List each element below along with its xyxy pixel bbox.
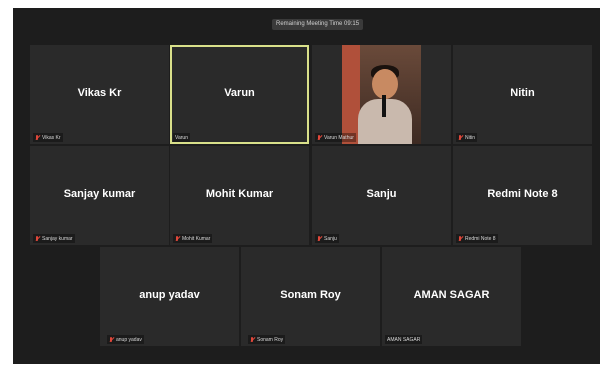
participant-label: Sanjay kumar [33, 234, 75, 243]
meeting-window: Remaining Meeting Time 09:15 Vikas Kr Vi… [13, 8, 600, 364]
participant-name: Sanju [366, 188, 397, 200]
participant-label: Varun Mathur [315, 133, 356, 142]
participant-label: Vikas Kr [33, 133, 63, 142]
mic-muted-icon [458, 134, 463, 141]
participant-label: Redmi Note 8 [456, 234, 498, 243]
participant-name: Sanjay kumar [63, 188, 136, 200]
participant-name: Varun [224, 87, 255, 99]
participant-label: Sanju [315, 234, 339, 243]
participant-label: AMAN SAGAR [385, 335, 423, 344]
mic-muted-icon [175, 235, 180, 242]
participant-tile-sonam-roy[interactable]: Sonam Roy Sonam Roy [241, 247, 380, 346]
participant-label: Varun [173, 133, 190, 142]
participant-tile-mohit-kumar[interactable]: Mohit Kumar Mohit Kumar [170, 146, 309, 245]
participant-label-text: anup yadav [116, 336, 142, 343]
participant-tile-sanju[interactable]: Sanju Sanju [312, 146, 451, 245]
mic-muted-icon [317, 235, 322, 242]
participant-label: Mohit Kumar [173, 234, 213, 243]
participant-tile-varun[interactable]: Varun Varun [170, 45, 309, 144]
participant-label-text: Sanju [324, 235, 337, 242]
remaining-time-banner: Remaining Meeting Time 09:15 [272, 19, 364, 30]
mic-muted-icon [458, 235, 463, 242]
participant-label: Sonam Roy [248, 335, 286, 344]
participant-label-text: Varun Mathur [324, 134, 354, 141]
participant-tile-aman-sagar[interactable]: AMAN SAGAR AMAN SAGAR [382, 247, 521, 346]
participant-label-text: AMAN SAGAR [387, 336, 421, 343]
mic-muted-icon [317, 134, 322, 141]
participant-label: Nitin [456, 133, 478, 142]
participant-label-text: Varun [175, 134, 188, 141]
participant-tile-redmi-note-8[interactable]: Redmi Note 8 Redmi Note 8 [453, 146, 592, 245]
participant-label-text: Nitin [465, 134, 476, 141]
participant-tile-vikas-kr[interactable]: Vikas Kr Vikas Kr [30, 45, 169, 144]
participant-tile-sanjay-kumar[interactable]: Sanjay kumar Sanjay kumar [30, 146, 169, 245]
participant-video [342, 45, 421, 144]
participant-label-text: Redmi Note 8 [465, 235, 496, 242]
participant-name: AMAN SAGAR [413, 289, 490, 301]
mic-muted-icon [250, 336, 255, 343]
mic-muted-icon [109, 336, 114, 343]
participant-label: anup yadav [107, 335, 144, 344]
participant-name: Redmi Note 8 [487, 188, 558, 200]
participant-name: Sonam Roy [280, 289, 341, 301]
participant-label-text: Sanjay kumar [42, 235, 73, 242]
participant-tile-nitin[interactable]: Nitin Nitin [453, 45, 592, 144]
participant-label-text: Sonam Roy [257, 336, 284, 343]
participant-name: anup yadav [139, 289, 200, 301]
participant-tile-anup-yadav[interactable]: anup yadav anup yadav [100, 247, 239, 346]
mic-muted-icon [35, 134, 40, 141]
participant-name: Vikas Kr [77, 87, 122, 99]
participant-name: Nitin [510, 87, 535, 99]
video-microphone [382, 95, 386, 117]
participant-name: Mohit Kumar [205, 188, 274, 200]
participant-tile-varun-mathur[interactable]: Varun Mathur [312, 45, 451, 144]
participant-label-text: Vikas Kr [42, 134, 61, 141]
mic-muted-icon [35, 235, 40, 242]
participant-label-text: Mohit Kumar [182, 235, 211, 242]
